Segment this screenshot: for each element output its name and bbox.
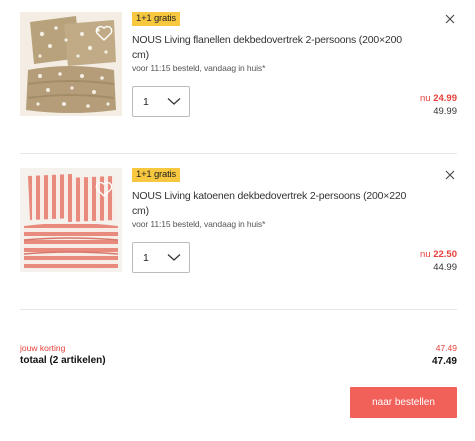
- product-title[interactable]: NOUS Living katoenen dekbedovertrek 2-pe…: [132, 189, 418, 219]
- promo-badge: 1+1 gratis: [132, 12, 180, 26]
- price-prefix: nu: [420, 93, 431, 104]
- cart-item: 1+1 gratis NOUS Living flanellen dekbedo…: [20, 12, 457, 152]
- quantity-value: 1: [143, 252, 149, 264]
- quantity-value: 1: [143, 96, 149, 108]
- discount-value: 47.49: [435, 343, 457, 353]
- total-value: 47.49: [431, 356, 457, 367]
- total-label: totaal (2 artikelen): [20, 355, 106, 366]
- close-icon[interactable]: [445, 14, 455, 24]
- cart-item: 1+1 gratis NOUS Living katoenen dekbedov…: [20, 168, 457, 308]
- price-original: 44.99: [433, 262, 457, 273]
- divider: [20, 309, 457, 310]
- favorite-button[interactable]: [93, 22, 115, 44]
- delivery-info: voor 11:15 besteld, vandaag in huis*: [132, 219, 266, 229]
- quantity-select[interactable]: 1: [132, 242, 190, 273]
- product-image[interactable]: [20, 12, 122, 116]
- heart-icon: [95, 25, 113, 41]
- favorite-button[interactable]: [93, 178, 115, 200]
- delivery-info: voor 11:15 besteld, vandaag in huis*: [132, 63, 266, 73]
- price-current: nu 22.50: [420, 249, 457, 260]
- price-original: 49.99: [433, 106, 457, 117]
- divider: [20, 153, 457, 154]
- product-image[interactable]: [20, 168, 122, 272]
- heart-icon: [95, 181, 113, 197]
- price-current: nu 24.99: [420, 93, 457, 104]
- chevron-down-icon: [167, 254, 181, 261]
- quantity-select[interactable]: 1: [132, 86, 190, 117]
- price-new-value: 24.99: [433, 93, 457, 104]
- discount-label: jouw korting: [20, 343, 66, 353]
- price-prefix: nu: [420, 249, 431, 260]
- price-new-value: 22.50: [433, 249, 457, 260]
- checkout-button[interactable]: naar bestellen: [350, 387, 457, 418]
- close-icon[interactable]: [445, 170, 455, 180]
- promo-badge: 1+1 gratis: [132, 168, 180, 182]
- product-title[interactable]: NOUS Living flanellen dekbedovertrek 2-p…: [132, 33, 418, 63]
- chevron-down-icon: [167, 98, 181, 105]
